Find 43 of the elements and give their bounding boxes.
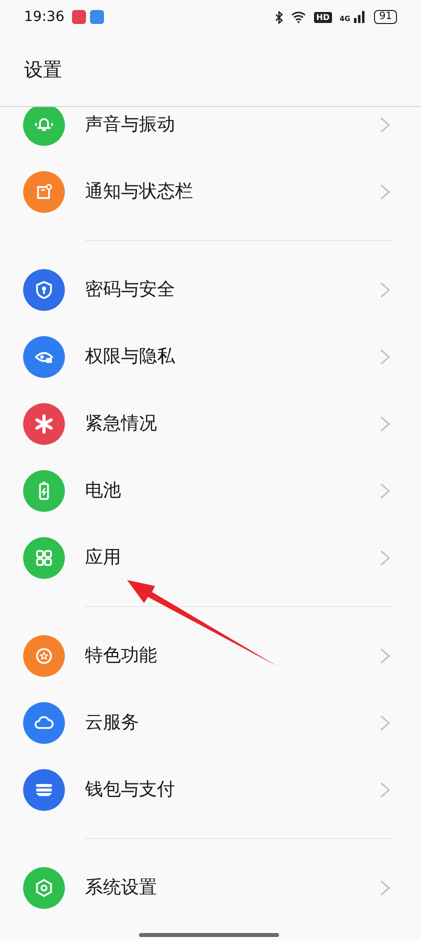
settings-item[interactable]: 通知与状态栏: [0, 158, 421, 225]
bluetooth-icon: [275, 10, 284, 24]
chevron-icon: [379, 116, 391, 134]
item-label: 紧急情况: [85, 412, 157, 436]
wifi-icon: [291, 11, 306, 23]
chevron-icon: [379, 878, 391, 896]
chevron-icon: [379, 280, 391, 298]
item-label: 系统设置: [85, 876, 157, 900]
app-notification-icon: [90, 10, 104, 24]
hd-indicator: HD: [314, 12, 332, 22]
settings-item[interactable]: 权限与隐私: [0, 323, 421, 390]
settings-item[interactable]: 特色功能: [0, 622, 421, 689]
settings-item[interactable]: 系统设置: [0, 854, 421, 921]
status-time: 19:36: [24, 8, 64, 26]
item-label: 声音与振动: [85, 113, 175, 137]
settings-item[interactable]: 电池: [0, 457, 421, 524]
chevron-icon: [379, 646, 391, 664]
chevron-icon: [379, 182, 391, 200]
chevron-icon: [379, 714, 391, 732]
settings-item[interactable]: 应用: [0, 524, 421, 591]
settings-item[interactable]: 紧急情况: [0, 390, 421, 457]
chevron-icon: [379, 414, 391, 432]
item-label: 云服务: [85, 711, 139, 735]
item-label: 钱包与支付: [85, 778, 175, 802]
app-notification-icon: [72, 10, 86, 24]
item-label: 电池: [85, 479, 121, 503]
settings-item[interactable]: 声音与振动: [0, 107, 421, 158]
page-title: 设置: [24, 58, 62, 83]
item-label: 特色功能: [85, 644, 157, 668]
settings-item[interactable]: 钱包与支付: [0, 756, 421, 823]
chevron-icon: [379, 482, 391, 500]
gesture-bar[interactable]: [139, 933, 279, 937]
signal-icon: [354, 11, 366, 23]
item-label: 通知与状态栏: [85, 180, 193, 204]
item-label: 密码与安全: [85, 278, 175, 302]
settings-item[interactable]: 密码与安全: [0, 256, 421, 323]
battery-level: 91: [374, 10, 397, 24]
item-label: 应用: [85, 546, 121, 570]
chevron-icon: [379, 780, 391, 798]
chevron-icon: [379, 348, 391, 366]
item-label: 权限与隐私: [85, 345, 175, 369]
chevron-icon: [379, 548, 391, 566]
settings-item[interactable]: 云服务: [0, 689, 421, 756]
